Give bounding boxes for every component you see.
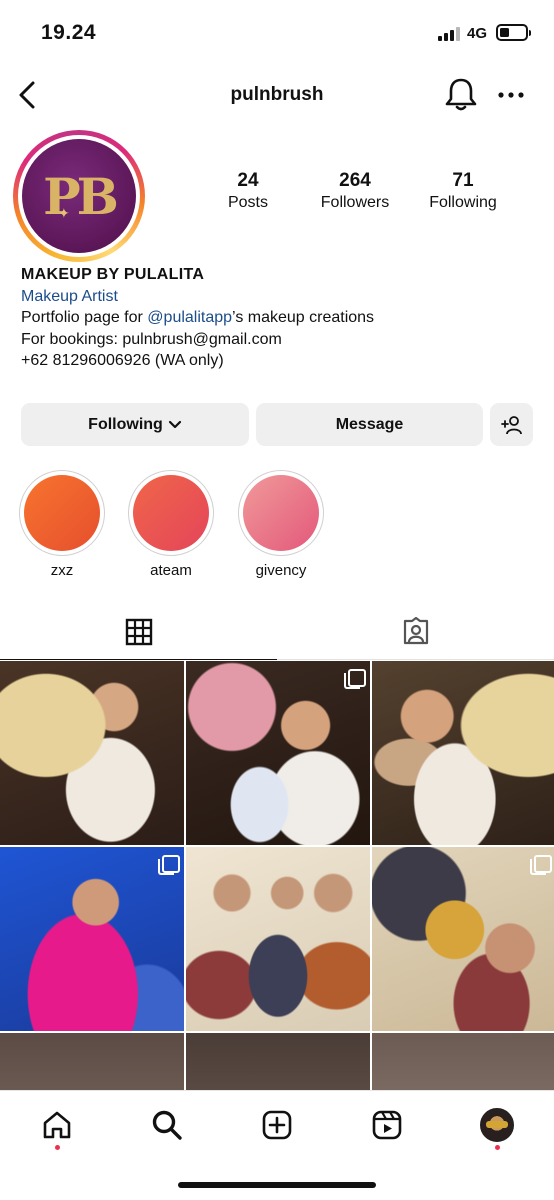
highlight-label: givency: [255, 562, 307, 579]
carousel-icon: [530, 855, 552, 875]
notifications-button[interactable]: [444, 76, 478, 112]
following-button[interactable]: Following: [21, 403, 249, 446]
avatar-logo-text: PB: [43, 166, 119, 226]
profile-display-name: MAKEUP BY PULALITA: [21, 266, 205, 283]
tab-posts-grid[interactable]: [0, 604, 277, 660]
profile-category: Makeup Artist: [21, 287, 118, 305]
following-label: Following: [429, 194, 497, 211]
post-thumbnail[interactable]: [186, 1033, 370, 1091]
highlight-cover: [24, 475, 100, 551]
followers-label: Followers: [320, 194, 390, 211]
chevron-down-icon: [168, 420, 181, 428]
bio-line-2: For bookings: pulnbrush@gmail.com: [21, 330, 282, 348]
status-time: 19.24: [41, 21, 97, 44]
battery-icon: [496, 24, 531, 41]
profile-notification-dot: [495, 1145, 500, 1150]
following-count: 71: [452, 170, 474, 191]
stat-following[interactable]: 71 Following: [413, 170, 513, 212]
home-notification-dot: [55, 1145, 60, 1150]
post-thumbnail[interactable]: [372, 661, 554, 845]
post-thumbnail[interactable]: [372, 1033, 554, 1091]
carousel-icon: [344, 669, 366, 689]
profile-stats: 24 Posts 264 Followers 71 Following: [195, 170, 535, 220]
bio-mention-link[interactable]: @pulalitapp: [147, 309, 232, 326]
bell-icon: [445, 78, 477, 111]
profile-tabs: [0, 604, 554, 660]
post-thumbnail[interactable]: [0, 847, 184, 1031]
home-indicator[interactable]: [178, 1182, 376, 1188]
posts-grid: [0, 661, 554, 1091]
post-thumbnail[interactable]: [0, 1033, 184, 1091]
tagged-person-icon: [403, 616, 428, 644]
tab-create[interactable]: [257, 1105, 297, 1145]
profile-avatar: PB ✦: [22, 139, 136, 253]
post-thumbnail[interactable]: [0, 661, 184, 845]
status-bar: 19.24 4G: [0, 0, 554, 62]
grid-icon: [125, 618, 152, 645]
post-thumbnail[interactable]: [186, 847, 370, 1031]
add-person-icon: [500, 415, 522, 434]
tab-tagged[interactable]: [277, 604, 554, 660]
more-horizontal-icon: [498, 92, 524, 98]
sparkle-icon: ✦: [58, 205, 70, 221]
message-button[interactable]: Message: [256, 403, 483, 446]
post-thumbnail[interactable]: [186, 661, 370, 845]
highlight-cover: [243, 475, 319, 551]
my-profile-avatar: [480, 1108, 514, 1142]
add-post-icon: [262, 1110, 292, 1140]
more-options-button[interactable]: [496, 80, 526, 110]
following-button-label: Following: [88, 415, 163, 433]
cellular-signal-icon: [438, 27, 462, 41]
top-navigation: pulnbrush: [0, 70, 554, 120]
stat-posts[interactable]: 24 Posts: [198, 170, 298, 212]
highlight-label: zxz: [50, 562, 74, 579]
highlight-cover: [133, 475, 209, 551]
posts-label: Posts: [227, 194, 268, 211]
bio-line-1-suffix: ’s makeup creations: [232, 309, 375, 326]
stat-followers[interactable]: 264 Followers: [305, 170, 405, 212]
suggested-accounts-button[interactable]: [490, 403, 533, 446]
bio-line-1-prefix: Portfolio page for: [21, 309, 148, 326]
tab-home[interactable]: [37, 1105, 77, 1145]
bio-line-3: +62 81296006926 (WA only): [21, 352, 224, 369]
search-icon: [152, 1110, 182, 1140]
highlight-item[interactable]: givency: [238, 470, 324, 579]
post-thumbnail[interactable]: [372, 847, 554, 1031]
highlight-item[interactable]: zxz: [19, 470, 105, 579]
highlight-label: ateam: [150, 562, 192, 579]
profile-bio: MAKEUP BY PULALITA Makeup Artist Portfol…: [21, 264, 541, 372]
bio-line-1: Portfolio page for @pulalitapp’s makeup …: [21, 307, 541, 329]
profile-avatar-story-ring[interactable]: PB ✦: [13, 130, 145, 262]
home-icon: [43, 1111, 71, 1139]
reels-icon: [372, 1110, 402, 1140]
carousel-icon: [158, 855, 180, 875]
highlight-item[interactable]: ateam: [128, 470, 214, 579]
message-button-label: Message: [335, 415, 404, 433]
tab-reels[interactable]: [367, 1105, 407, 1145]
posts-count: 24: [237, 170, 259, 191]
tab-search[interactable]: [147, 1105, 187, 1145]
tab-profile[interactable]: [477, 1105, 517, 1145]
followers-count: 264: [339, 170, 371, 191]
network-type: 4G: [467, 25, 488, 42]
